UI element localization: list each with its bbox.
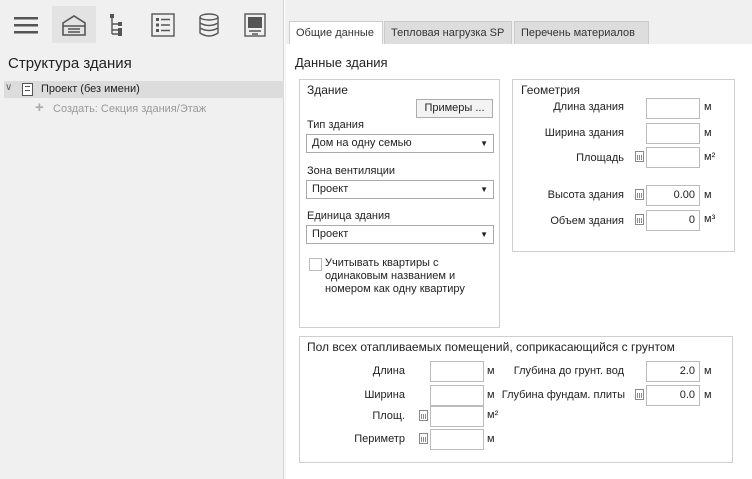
floor-length-label: Длина — [372, 365, 405, 377]
volume-input[interactable]: 0 — [646, 210, 700, 231]
calculator-icon[interactable] — [635, 389, 644, 400]
vent-value: Проект — [312, 183, 349, 195]
groundwater-label: Глубина до грунт. вод — [513, 365, 624, 377]
area-label: Площадь — [576, 152, 624, 164]
section-title: Данные здания — [295, 55, 388, 70]
slab-depth-label: Глубина фундам. плиты — [501, 389, 625, 401]
monitor-icon[interactable] — [235, 6, 275, 43]
dropdown-arrow-icon: ▼ — [480, 139, 488, 148]
building-title: Здание — [307, 83, 348, 97]
area-input[interactable] — [646, 147, 700, 168]
floor-area-input[interactable] — [430, 406, 484, 427]
unit-value: Проект — [312, 228, 349, 240]
project-label[interactable]: Проект (без имени) — [41, 83, 140, 95]
vent-label: Зона вентиляции — [307, 165, 396, 177]
floor-area-label: Площ. — [372, 410, 405, 422]
toolbar — [0, 6, 284, 43]
chevron-down-icon[interactable]: ∨ — [5, 82, 12, 93]
length-input[interactable] — [646, 98, 700, 119]
type-value: Дом на одну семью — [312, 137, 412, 149]
create-section-label[interactable]: Создать: Секция здания/Этаж — [53, 103, 206, 115]
floor-length-input[interactable] — [430, 361, 484, 382]
type-label: Тип здания — [307, 119, 364, 131]
list-icon[interactable] — [143, 6, 183, 43]
tree-title: Структура здания — [8, 55, 132, 72]
slab-depth-unit: м — [704, 389, 712, 401]
unit-label: Единица здания — [307, 210, 391, 222]
floor-length-unit: м — [487, 365, 495, 377]
height-label: Высота здания — [547, 189, 624, 201]
floor-width-label: Ширина — [364, 389, 405, 401]
width-label: Ширина здания — [544, 127, 624, 139]
groundwater-input[interactable]: 2.0 — [646, 361, 700, 382]
calculator-icon[interactable] — [419, 410, 428, 421]
calculator-icon[interactable] — [635, 189, 644, 200]
perimeter-label: Периметр — [354, 433, 405, 445]
geometry-title: Геометрия — [521, 83, 580, 97]
height-input[interactable]: 0.00 — [646, 185, 700, 206]
width-unit: м — [704, 127, 712, 139]
calculator-icon[interactable] — [419, 433, 428, 444]
examples-button[interactable]: Примеры ... — [416, 99, 493, 118]
volume-unit: м³ — [704, 213, 716, 225]
type-select[interactable]: Дом на одну семью ▼ — [306, 134, 494, 153]
calculator-icon[interactable] — [635, 214, 644, 225]
tab-heat-load[interactable]: Тепловая нагрузка SP — [384, 21, 512, 44]
floor-width-unit: м — [487, 389, 495, 401]
area-unit: м² — [704, 151, 716, 163]
tab-general[interactable]: Общие данные — [289, 21, 383, 44]
vent-select[interactable]: Проект ▼ — [306, 180, 494, 199]
tab-materials[interactable]: Перечень материалов — [514, 21, 649, 44]
document-icon — [22, 83, 33, 96]
volume-label: Объем здания — [550, 215, 624, 227]
floor-width-input[interactable] — [430, 385, 484, 406]
checkbox-label: Учитывать квартиры с одинаковым название… — [325, 257, 465, 295]
hierarchy-icon[interactable] — [97, 6, 137, 43]
database-icon[interactable] — [189, 6, 229, 43]
menu-icon[interactable] — [6, 6, 46, 43]
floor-title: Пол всех отапливаемых помещений, соприка… — [307, 340, 675, 354]
perimeter-input[interactable] — [430, 429, 484, 450]
width-input[interactable] — [646, 123, 700, 144]
dropdown-arrow-icon: ▼ — [480, 185, 488, 194]
height-unit: м — [704, 189, 712, 201]
building-icon[interactable] — [52, 6, 96, 43]
length-unit: м — [704, 101, 712, 113]
calculator-icon[interactable] — [635, 151, 644, 162]
dropdown-arrow-icon: ▼ — [480, 230, 488, 239]
perimeter-unit: м — [487, 433, 495, 445]
unit-select[interactable]: Проект ▼ — [306, 225, 494, 244]
floor-area-unit: м² — [487, 409, 499, 421]
add-icon[interactable]: + — [35, 100, 44, 115]
same-name-checkbox[interactable] — [309, 258, 322, 271]
groundwater-unit: м — [704, 365, 712, 377]
length-label: Длина здания — [553, 101, 624, 113]
slab-depth-input[interactable]: 0.0 — [646, 385, 700, 406]
